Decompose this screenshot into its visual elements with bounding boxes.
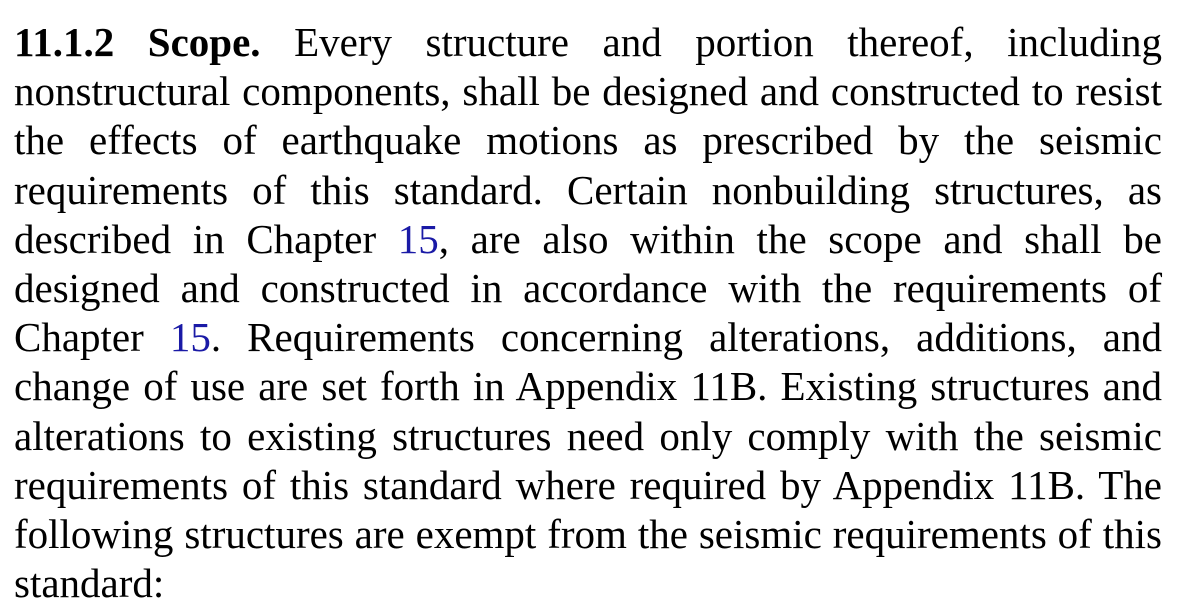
chapter-15-link-1[interactable]: 15	[398, 216, 439, 262]
chapter-15-link-2[interactable]: 15	[170, 314, 211, 360]
section-heading: 11.1.2 Scope.	[14, 19, 261, 65]
document-page: 11.1.2 Scope. Every structure and portio…	[0, 0, 1200, 610]
scope-paragraph: 11.1.2 Scope. Every structure and portio…	[14, 18, 1162, 608]
